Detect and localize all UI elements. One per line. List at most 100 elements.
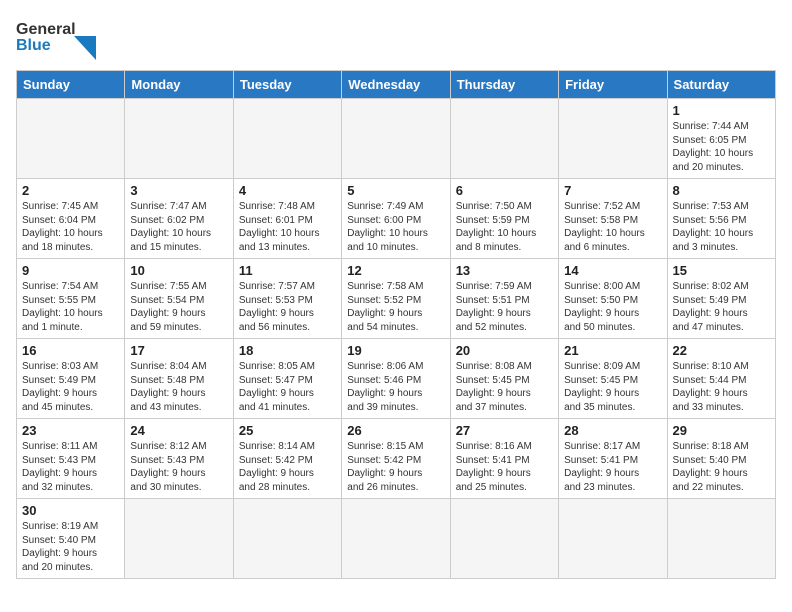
day-number: 30	[22, 503, 119, 518]
calendar-cell: 18 Sunrise: 8:05 AM Sunset: 5:47 PM Dayli…	[233, 339, 341, 419]
calendar-cell	[17, 99, 125, 179]
day-number: 18	[239, 343, 336, 358]
calendar-cell: 13 Sunrise: 7:59 AM Sunset: 5:51 PM Dayli…	[450, 259, 558, 339]
calendar-cell: 3 Sunrise: 7:47 AM Sunset: 6:02 PM Daylig…	[125, 179, 233, 259]
calendar-cell: 10Sunrise: 7:55 AM Sunset: 5:54 PM Dayli…	[125, 259, 233, 339]
weekday-header-row: SundayMondayTuesdayWednesdayThursdayFrid…	[17, 71, 776, 99]
calendar-cell: 5 Sunrise: 7:49 AM Sunset: 6:00 PM Daylig…	[342, 179, 450, 259]
calendar-week-0: 1 Sunrise: 7:44 AM Sunset: 6:05 PM Daylig…	[17, 99, 776, 179]
day-info: Sunrise: 8:12 AM Sunset: 5:43 PM Dayligh…	[130, 440, 227, 494]
calendar-cell: 25 Sunrise: 8:14 AM Sunset: 5:42 PM Dayli…	[233, 419, 341, 499]
day-number: 24	[130, 423, 227, 438]
day-number: 2	[22, 183, 119, 198]
day-info: Sunrise: 7:52 AM Sunset: 5:58 PM Dayligh…	[564, 200, 661, 254]
weekday-header-tuesday: Tuesday	[233, 71, 341, 99]
day-info: Sunrise: 7:47 AM Sunset: 6:02 PM Dayligh…	[130, 200, 227, 254]
calendar-cell: 20Sunrise: 8:08 AM Sunset: 5:45 PM Dayli…	[450, 339, 558, 419]
calendar-cell: 11Sunrise: 7:57 AM Sunset: 5:53 PM Dayli…	[233, 259, 341, 339]
day-number: 16	[22, 343, 119, 358]
calendar-table: SundayMondayTuesdayWednesdayThursdayFrid…	[16, 70, 776, 579]
day-info: Sunrise: 8:05 AM Sunset: 5:47 PM Dayligh…	[239, 360, 336, 414]
day-info: Sunrise: 7:53 AM Sunset: 5:56 PM Dayligh…	[673, 200, 770, 254]
day-info: Sunrise: 7:50 AM Sunset: 5:59 PM Dayligh…	[456, 200, 553, 254]
day-info: Sunrise: 8:04 AM Sunset: 5:48 PM Dayligh…	[130, 360, 227, 414]
day-info: Sunrise: 7:55 AM Sunset: 5:54 PM Dayligh…	[130, 280, 227, 334]
day-number: 4	[239, 183, 336, 198]
day-number: 29	[673, 423, 770, 438]
calendar-cell: 14Sunrise: 8:00 AM Sunset: 5:50 PM Dayli…	[559, 259, 667, 339]
calendar-cell: 16 Sunrise: 8:03 AM Sunset: 5:49 PM Dayli…	[17, 339, 125, 419]
day-number: 3	[130, 183, 227, 198]
calendar-cell	[559, 99, 667, 179]
calendar-week-1: 2 Sunrise: 7:45 AM Sunset: 6:04 PM Daylig…	[17, 179, 776, 259]
calendar-cell: 7 Sunrise: 7:52 AM Sunset: 5:58 PM Daylig…	[559, 179, 667, 259]
calendar-cell: 26Sunrise: 8:15 AM Sunset: 5:42 PM Dayli…	[342, 419, 450, 499]
day-info: Sunrise: 8:14 AM Sunset: 5:42 PM Dayligh…	[239, 440, 336, 494]
calendar-cell: 2 Sunrise: 7:45 AM Sunset: 6:04 PM Daylig…	[17, 179, 125, 259]
calendar-week-3: 16 Sunrise: 8:03 AM Sunset: 5:49 PM Dayli…	[17, 339, 776, 419]
day-number: 8	[673, 183, 770, 198]
logo: General Blue	[16, 16, 106, 60]
day-info: Sunrise: 7:58 AM Sunset: 5:52 PM Dayligh…	[347, 280, 444, 334]
day-number: 5	[347, 183, 444, 198]
day-info: Sunrise: 7:59 AM Sunset: 5:51 PM Dayligh…	[456, 280, 553, 334]
day-number: 23	[22, 423, 119, 438]
day-info: Sunrise: 8:10 AM Sunset: 5:44 PM Dayligh…	[673, 360, 770, 414]
day-info: Sunrise: 7:57 AM Sunset: 5:53 PM Dayligh…	[239, 280, 336, 334]
day-info: Sunrise: 8:17 AM Sunset: 5:41 PM Dayligh…	[564, 440, 661, 494]
calendar-week-4: 23Sunrise: 8:11 AM Sunset: 5:43 PM Dayli…	[17, 419, 776, 499]
day-info: Sunrise: 8:15 AM Sunset: 5:42 PM Dayligh…	[347, 440, 444, 494]
day-info: Sunrise: 8:00 AM Sunset: 5:50 PM Dayligh…	[564, 280, 661, 334]
calendar-cell: 1 Sunrise: 7:44 AM Sunset: 6:05 PM Daylig…	[667, 99, 775, 179]
calendar-cell: 28 Sunrise: 8:17 AM Sunset: 5:41 PM Dayli…	[559, 419, 667, 499]
day-info: Sunrise: 8:03 AM Sunset: 5:49 PM Dayligh…	[22, 360, 119, 414]
day-info: Sunrise: 8:19 AM Sunset: 5:40 PM Dayligh…	[22, 520, 119, 574]
calendar-cell: 29 Sunrise: 8:18 AM Sunset: 5:40 PM Dayli…	[667, 419, 775, 499]
day-info: Sunrise: 7:44 AM Sunset: 6:05 PM Dayligh…	[673, 120, 770, 174]
calendar-cell	[342, 99, 450, 179]
day-number: 9	[22, 263, 119, 278]
calendar-cell: 12 Sunrise: 7:58 AM Sunset: 5:52 PM Dayli…	[342, 259, 450, 339]
calendar-cell: 23Sunrise: 8:11 AM Sunset: 5:43 PM Dayli…	[17, 419, 125, 499]
day-number: 15	[673, 263, 770, 278]
weekday-header-friday: Friday	[559, 71, 667, 99]
day-info: Sunrise: 7:49 AM Sunset: 6:00 PM Dayligh…	[347, 200, 444, 254]
day-number: 27	[456, 423, 553, 438]
calendar-cell: 8 Sunrise: 7:53 AM Sunset: 5:56 PM Daylig…	[667, 179, 775, 259]
calendar-cell: 27 Sunrise: 8:16 AM Sunset: 5:41 PM Dayli…	[450, 419, 558, 499]
day-info: Sunrise: 7:45 AM Sunset: 6:04 PM Dayligh…	[22, 200, 119, 254]
calendar-cell	[125, 499, 233, 579]
day-number: 1	[673, 103, 770, 118]
day-info: Sunrise: 8:16 AM Sunset: 5:41 PM Dayligh…	[456, 440, 553, 494]
calendar-cell	[559, 499, 667, 579]
calendar-cell	[667, 499, 775, 579]
day-number: 13	[456, 263, 553, 278]
page-header: General Blue	[16, 16, 776, 60]
calendar-cell	[233, 499, 341, 579]
day-info: Sunrise: 8:18 AM Sunset: 5:40 PM Dayligh…	[673, 440, 770, 494]
day-number: 6	[456, 183, 553, 198]
calendar-cell: 30 Sunrise: 8:19 AM Sunset: 5:40 PM Dayli…	[17, 499, 125, 579]
day-number: 7	[564, 183, 661, 198]
day-number: 17	[130, 343, 227, 358]
weekday-header-saturday: Saturday	[667, 71, 775, 99]
calendar-cell: 17 Sunrise: 8:04 AM Sunset: 5:48 PM Dayli…	[125, 339, 233, 419]
svg-text:General: General	[16, 21, 76, 38]
calendar-cell	[450, 499, 558, 579]
day-number: 21	[564, 343, 661, 358]
day-number: 28	[564, 423, 661, 438]
calendar-cell	[125, 99, 233, 179]
calendar-cell: 6 Sunrise: 7:50 AM Sunset: 5:59 PM Daylig…	[450, 179, 558, 259]
day-info: Sunrise: 8:06 AM Sunset: 5:46 PM Dayligh…	[347, 360, 444, 414]
day-info: Sunrise: 7:48 AM Sunset: 6:01 PM Dayligh…	[239, 200, 336, 254]
calendar-cell	[342, 499, 450, 579]
weekday-header-thursday: Thursday	[450, 71, 558, 99]
calendar-cell: 15 Sunrise: 8:02 AM Sunset: 5:49 PM Dayli…	[667, 259, 775, 339]
weekday-header-wednesday: Wednesday	[342, 71, 450, 99]
calendar-cell	[233, 99, 341, 179]
day-number: 25	[239, 423, 336, 438]
day-number: 12	[347, 263, 444, 278]
day-info: Sunrise: 8:02 AM Sunset: 5:49 PM Dayligh…	[673, 280, 770, 334]
day-info: Sunrise: 7:54 AM Sunset: 5:55 PM Dayligh…	[22, 280, 119, 334]
weekday-header-sunday: Sunday	[17, 71, 125, 99]
